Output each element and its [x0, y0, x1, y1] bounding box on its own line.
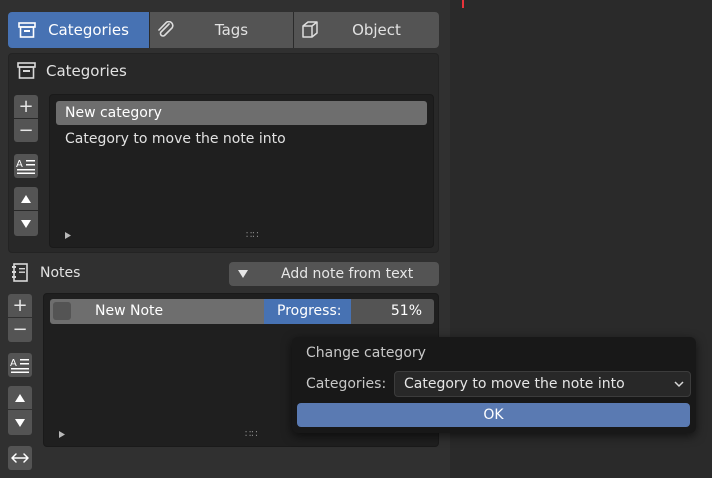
triangle-up-icon [14, 393, 26, 403]
tab-object[interactable]: Object [294, 12, 439, 48]
svg-text:A: A [10, 358, 17, 369]
notebook-icon [11, 263, 28, 282]
tab-label: Categories [48, 21, 129, 39]
progress-value: 51% [390, 303, 422, 319]
cube-icon [300, 21, 320, 39]
popup-title: Change category [306, 345, 426, 361]
chevron-down-icon [674, 380, 684, 388]
category-item-label: Category to move the note into [65, 131, 286, 147]
category-select[interactable]: Category to move the note into [394, 371, 691, 397]
text-edit-icon: A [10, 356, 30, 374]
expand-triangle-icon[interactable] [58, 430, 66, 439]
rename-category-button[interactable]: A [14, 154, 38, 178]
move-category-down-button[interactable] [14, 211, 38, 236]
list-item[interactable]: Category to move the note into [56, 127, 427, 151]
tab-tags[interactable]: Tags [150, 12, 294, 48]
move-note-up-button[interactable] [8, 386, 32, 409]
ok-button[interactable]: OK [297, 403, 690, 427]
ok-button-label: OK [483, 407, 504, 423]
archive-box-icon [18, 22, 36, 38]
tab-bar: Categories Tags Object [8, 12, 439, 48]
remove-note-button[interactable]: − [8, 318, 32, 342]
move-category-up-button[interactable] [14, 187, 38, 210]
add-note-from-text-button[interactable]: Add note from text [229, 262, 439, 286]
add-note-button[interactable]: + [8, 294, 32, 317]
double-arrow-icon [10, 452, 30, 464]
expand-triangle-icon[interactable] [64, 231, 72, 240]
add-category-button[interactable]: + [14, 95, 38, 118]
list-item[interactable]: New category [56, 101, 427, 125]
add-note-from-text-label: Add note from text [281, 266, 414, 282]
paperclip-icon [156, 21, 176, 39]
archive-box-icon [17, 62, 36, 79]
triangle-down-icon [237, 269, 249, 279]
triangle-down-icon [14, 418, 26, 428]
category-select-value: Category to move the note into [404, 376, 625, 392]
move-note-to-category-button[interactable] [8, 446, 32, 470]
triangle-down-icon [20, 219, 32, 229]
notes-panel-title: Notes [40, 265, 81, 281]
triangle-up-icon [20, 194, 32, 204]
categories-field-label: Categories: [306, 376, 387, 392]
tab-label: Tags [214, 21, 249, 39]
progress-label: Progress: [277, 303, 342, 319]
playhead-marker [462, 0, 464, 8]
rename-note-button[interactable]: A [8, 353, 32, 377]
resize-grip-icon[interactable]: ∷∷ [245, 429, 258, 440]
remove-category-button[interactable]: − [14, 119, 38, 142]
note-progress-slider[interactable]: Progress: 51% [264, 299, 434, 324]
note-name: New Note [95, 303, 164, 319]
move-note-down-button[interactable] [8, 410, 32, 435]
text-edit-icon: A [16, 157, 36, 175]
category-item-label: New category [65, 105, 162, 121]
note-done-checkbox[interactable] [53, 302, 71, 320]
resize-grip-icon[interactable]: ∷∷ [246, 230, 259, 241]
categories-panel-title: Categories [46, 62, 127, 80]
svg-text:A: A [16, 159, 23, 170]
tab-categories[interactable]: Categories [8, 12, 150, 48]
tab-label: Object [352, 21, 401, 39]
